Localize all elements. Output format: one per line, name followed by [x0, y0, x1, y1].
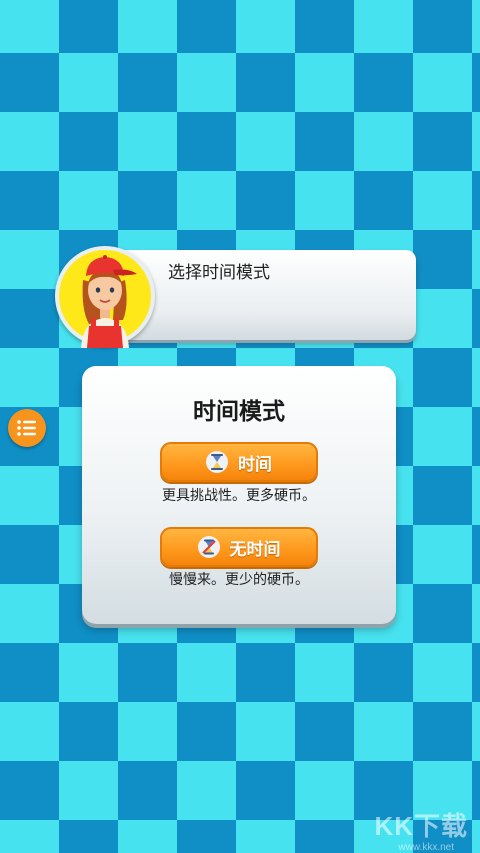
untimed-mode-button[interactable]: 无时间 [160, 527, 318, 567]
site-watermark: KK下载 [374, 811, 468, 841]
timed-mode-button[interactable]: 时间 [160, 442, 318, 482]
shopkeeper-character-icon [81, 255, 137, 348]
timed-mode-label: 时间 [238, 454, 272, 475]
site-watermark-url: www.kkx.net [398, 842, 454, 853]
panel-title: 时间模式 [193, 399, 285, 425]
untimed-mode-description: 慢慢来。更少的硬币。 [169, 572, 309, 588]
bubble-prompt-text: 选择时间模式 [168, 263, 270, 283]
no-timer-icon [197, 536, 220, 558]
timed-mode-description: 更具挑战性。更多硬币。 [162, 488, 316, 504]
hourglass-icon [206, 451, 228, 473]
list-menu-icon [17, 420, 36, 436]
character-avatar [55, 246, 155, 348]
time-mode-panel: 时间模式 时间 更具挑战性。更多硬币。 无时间 慢慢来。更少的硬币。 [82, 366, 396, 624]
untimed-mode-label: 无时间 [229, 539, 281, 560]
menu-button[interactable] [8, 409, 46, 447]
